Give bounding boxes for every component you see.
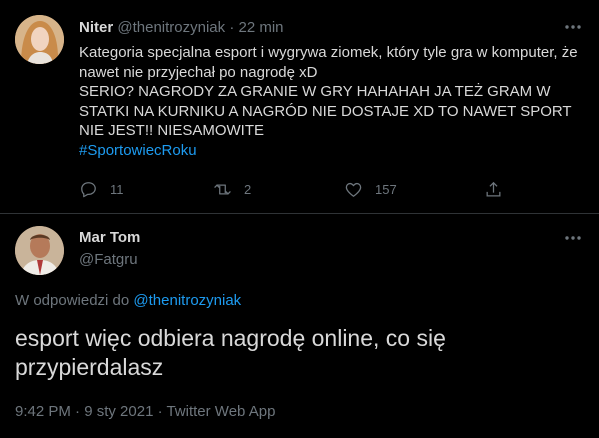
reply-context: W odpowiedzi do @thenitrozyniak: [15, 292, 241, 309]
hashtag-link[interactable]: #SportowiecRoku: [79, 141, 584, 161]
tweet-actions: 11 2 157: [79, 177, 549, 201]
tweet-text-line: SERIO? NAGRODY ZA GRANIE W GRY HAHAHAH J…: [79, 83, 572, 139]
tweet-text: esport więc odbiera nagrodę online, co s…: [15, 325, 446, 380]
reply-to-link[interactable]: @thenitrozyniak: [133, 292, 241, 309]
header-separator: ·: [229, 19, 235, 36]
avatar[interactable]: [15, 15, 64, 64]
author-name[interactable]: Niter: [79, 19, 113, 36]
tweet-divider: [0, 213, 599, 214]
tweet-time[interactable]: 22 min: [238, 19, 283, 36]
avatar[interactable]: [15, 226, 64, 275]
like-button[interactable]: 157: [344, 177, 397, 201]
tweet-text: Kategoria specjalna esport i wygrywa zio…: [79, 43, 584, 160]
tweet-quoted-original[interactable]: Niter @thenitrozyniak · 22 min Kategoria…: [0, 0, 599, 213]
share-icon: [486, 181, 501, 196]
avatar-image: [15, 226, 64, 275]
more-options-button[interactable]: [563, 228, 583, 253]
tweet-header: Niter @thenitrozyniak · 22 min: [79, 19, 284, 36]
more-options-button[interactable]: [563, 17, 583, 42]
author-handle[interactable]: @thenitrozyniak: [117, 19, 225, 36]
retweet-button[interactable]: 2: [213, 177, 251, 201]
author-handle[interactable]: @Fatgru: [79, 251, 138, 268]
reply-count: 11: [110, 181, 124, 197]
author-name[interactable]: Mar Tom: [79, 229, 140, 246]
tweet-text-line: Kategoria specjalna esport i wygrywa zio…: [79, 44, 578, 81]
retweet-count: 2: [244, 181, 252, 197]
like-icon: [345, 182, 362, 197]
reply-prefix: W odpowiedzi do: [15, 292, 130, 309]
reply-button[interactable]: 11: [79, 177, 124, 201]
like-count: 157: [375, 181, 397, 197]
tweet-timestamp[interactable]: 9:42 PM · 9 sty 2021 · Twitter Web App: [15, 403, 275, 420]
share-button[interactable]: [484, 177, 503, 201]
more-dots-icon: [565, 25, 581, 29]
reply-icon: [81, 181, 96, 197]
retweet-icon: [214, 183, 231, 195]
more-dots-icon: [565, 236, 581, 240]
avatar-image: [15, 15, 64, 64]
